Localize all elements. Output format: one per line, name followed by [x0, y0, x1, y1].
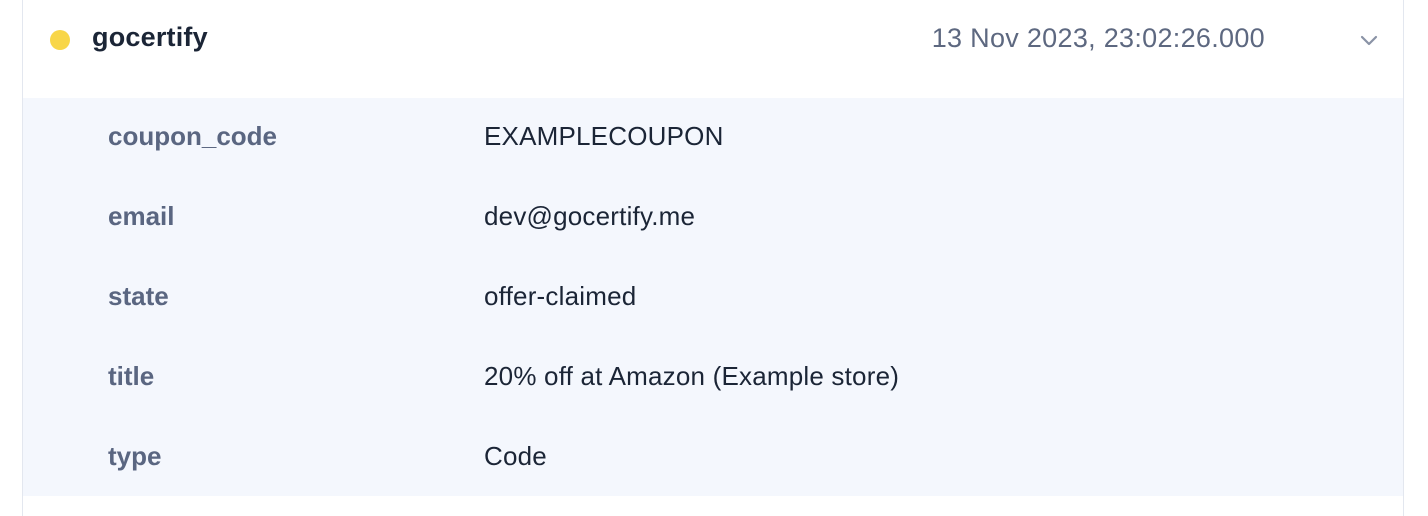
event-source-name: gocertify [92, 22, 208, 52]
property-key: coupon_code [108, 121, 278, 151]
property-row: type Code [23, 418, 1403, 498]
property-row: title 20% off at Amazon (Example store) [23, 338, 1403, 418]
property-value: EXAMPLECOUPON [484, 121, 724, 151]
event-properties-table: coupon_code EXAMPLECOUPON email dev@goce… [23, 98, 1403, 496]
property-row: email dev@gocertify.me [23, 178, 1403, 258]
property-value: Code [484, 441, 547, 471]
property-key: state [108, 281, 169, 311]
status-dot-icon [50, 30, 70, 50]
event-card: gocertify 13 Nov 2023, 23:02:26.000 coup… [22, 0, 1404, 516]
event-timestamp: 13 Nov 2023, 23:02:26.000 [931, 23, 1265, 53]
event-header[interactable]: gocertify 13 Nov 2023, 23:02:26.000 [23, 0, 1403, 98]
property-value: 20% off at Amazon (Example store) [484, 361, 900, 391]
chevron-down-icon[interactable] [1357, 28, 1381, 52]
property-key: title [108, 361, 155, 391]
property-key: email [108, 201, 175, 231]
property-row: state offer-claimed [23, 258, 1403, 338]
property-key: type [108, 441, 162, 471]
property-row: coupon_code EXAMPLECOUPON [23, 98, 1403, 178]
property-value: offer-claimed [484, 281, 637, 311]
property-value: dev@gocertify.me [484, 201, 696, 231]
